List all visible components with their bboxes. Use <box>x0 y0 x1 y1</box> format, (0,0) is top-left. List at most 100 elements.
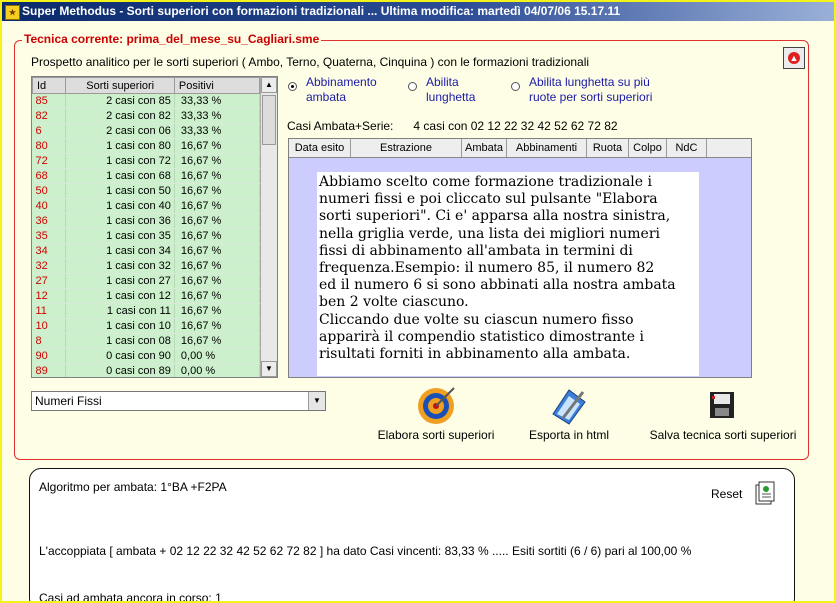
target-icon <box>418 387 455 424</box>
cell-id: 72 <box>32 153 67 169</box>
table-row[interactable]: 35 1 casi con 35 16,67 % <box>32 228 261 244</box>
cell-pos: 16,67 % <box>174 303 261 319</box>
col-ndc[interactable]: NdC <box>667 139 707 157</box>
cell-sorti: 1 casi con 40 <box>65 198 175 214</box>
cell-sorti: 1 casi con 35 <box>65 228 175 244</box>
reset-label: Reset <box>711 487 743 501</box>
formazione-select-value: Numeri Fissi <box>35 394 102 408</box>
cell-pos: 16,67 % <box>174 168 261 184</box>
table-row[interactable]: 40 1 casi con 40 16,67 % <box>32 198 261 214</box>
cell-id: 40 <box>32 198 67 214</box>
cell-sorti: 1 casi con 72 <box>65 153 175 169</box>
grid-scrollbar[interactable]: ▲ ▼ <box>260 77 277 377</box>
cell-sorti: 2 casi con 82 <box>65 108 175 124</box>
cell-id: 8 <box>32 333 67 349</box>
cell-id: 27 <box>32 273 67 289</box>
col-estrazione[interactable]: Estrazione <box>351 139 462 157</box>
note-line: fissi di abbinamento all'ambata in termi… <box>319 242 633 259</box>
elabora-button[interactable]: Elabora sorti superiori <box>370 384 502 446</box>
radio-label: Abilita lunghetta su più <box>529 75 650 89</box>
cell-id: 90 <box>32 348 67 364</box>
table-row[interactable]: 36 1 casi con 36 16,67 % <box>32 213 261 229</box>
table-row[interactable]: 68 1 casi con 68 16,67 % <box>32 168 261 184</box>
table-row[interactable]: 80 1 casi con 80 16,67 % <box>32 138 261 154</box>
scroll-down-button[interactable]: ▼ <box>261 361 277 377</box>
note-line: sorti superiori". Ci e' apparsa alla nos… <box>319 208 671 225</box>
cell-id: 6 <box>32 123 67 139</box>
radio-lunghetta-piu-ruote[interactable]: Abilita lunghetta su più ruote per sorti … <box>511 75 681 107</box>
export-book-icon <box>552 389 586 425</box>
scroll-thumb[interactable] <box>262 95 276 145</box>
cell-pos: 33,33 % <box>174 108 261 124</box>
esporta-button[interactable]: Esporta in html <box>521 384 617 446</box>
table-row[interactable]: 34 1 casi con 34 16,67 % <box>32 243 261 259</box>
note-line: ben 2 volte ciascuno. <box>319 294 469 311</box>
table-row[interactable]: 85 2 casi con 85 33,33 % <box>32 93 261 109</box>
cell-sorti: 1 casi con 36 <box>65 213 175 229</box>
radio-abbinamento-ambata[interactable]: Abbinamento ambata <box>288 75 398 107</box>
technique-label: Tecnica corrente: prima_del_mese_su_Cagl… <box>22 32 322 46</box>
cell-id: 11 <box>32 303 67 319</box>
cell-sorti: 1 casi con 50 <box>65 183 175 199</box>
scroll-up-button[interactable]: ▲ <box>261 77 277 93</box>
cell-id: 34 <box>32 243 67 259</box>
cell-pos: 33,33 % <box>174 93 261 109</box>
cell-sorti: 1 casi con 68 <box>65 168 175 184</box>
table-row[interactable]: 12 1 casi con 12 16,67 % <box>32 288 261 304</box>
cell-pos: 16,67 % <box>174 333 261 349</box>
note-line: numeri fissi e poi cliccato sul pulsante… <box>319 191 658 208</box>
elabora-label: Elabora sorti superiori <box>377 428 495 442</box>
sorti-grid[interactable]: Id Sorti superiori Positivi 85 2 casi con… <box>31 76 278 378</box>
note-line: frequenza.Esempio: il numero 85, il nume… <box>319 260 655 277</box>
table-row[interactable]: 11 1 casi con 11 16,67 % <box>32 303 261 319</box>
casi-label: Casi Ambata+Serie: <box>287 119 394 133</box>
in-corso-text: Casi ad ambata ancora in corso: 1 <box>39 591 222 603</box>
table-row[interactable]: 10 1 casi con 10 16,67 % <box>32 318 261 334</box>
radio-abilita-lunghetta[interactable]: Abilita lunghetta <box>408 75 498 107</box>
table-row[interactable]: 27 1 casi con 27 16,67 % <box>32 273 261 289</box>
table-row[interactable]: 72 1 casi con 72 16,67 % <box>32 153 261 169</box>
table-row[interactable]: 62 casi con 06 33,33 % <box>32 123 261 139</box>
cell-pos: 16,67 % <box>174 213 261 229</box>
cell-id: 32 <box>32 258 67 274</box>
col-colpo[interactable]: Colpo <box>629 139 667 157</box>
cell-pos: 33,33 % <box>174 123 261 139</box>
col-id[interactable]: Id <box>32 77 67 94</box>
algoritmo-text: Algoritmo per ambata: 1°BA +F2PA <box>39 480 227 494</box>
table-row[interactable]: 90 0 casi con 90 0,00 % <box>32 348 261 364</box>
table-row[interactable]: 82 2 casi con 82 33,33 % <box>32 108 261 124</box>
cell-id: 36 <box>32 213 67 229</box>
prospetto-subtitle: Prospetto analitico per le sorti superio… <box>31 55 590 69</box>
chevron-down-icon[interactable]: ▼ <box>308 392 325 410</box>
note-line: Cliccando due volte su ciascun numero fi… <box>319 311 634 328</box>
table-row[interactable]: 50 1 casi con 50 16,67 % <box>32 183 261 199</box>
formazione-select[interactable]: Numeri Fissi ▼ <box>31 391 326 411</box>
col-ambata[interactable]: Ambata <box>462 139 507 157</box>
cell-sorti: 1 casi con 08 <box>65 333 175 349</box>
radio-label: ambata <box>306 90 347 104</box>
esporta-label: Esporta in html <box>528 428 610 442</box>
cell-sorti: 1 casi con 12 <box>65 288 175 304</box>
cell-pos: 16,67 % <box>174 183 261 199</box>
col-data-esito[interactable]: Data esito <box>289 139 351 157</box>
esiti-grid-header: Data esito Estrazione Ambata Abbinamenti… <box>289 139 751 158</box>
cell-pos: 16,67 % <box>174 273 261 289</box>
col-sorti[interactable]: Sorti superiori <box>65 77 175 94</box>
table-row[interactable]: 89 0 casi con 89 0,00 % <box>32 363 261 377</box>
cell-id: 50 <box>32 183 67 199</box>
cell-id: 89 <box>32 363 67 377</box>
save-disk-icon <box>710 392 734 418</box>
radio-circle-selected <box>288 82 297 91</box>
col-abbinamenti[interactable]: Abbinamenti <box>507 139 587 157</box>
reset-icon[interactable] <box>754 480 776 506</box>
col-ruota[interactable]: Ruota <box>587 139 629 157</box>
casi-value: 4 casi con 02 12 22 32 42 52 62 72 82 <box>413 119 618 133</box>
table-row[interactable]: 32 1 casi con 32 16,67 % <box>32 258 261 274</box>
cell-id: 80 <box>32 138 67 154</box>
col-positivi[interactable]: Positivi <box>173 77 261 94</box>
cell-pos: 16,67 % <box>174 198 261 214</box>
salva-button[interactable]: Salva tecnica sorti superiori <box>642 384 804 446</box>
alert-button[interactable]: ▲ <box>783 47 805 69</box>
table-row[interactable]: 81 casi con 08 16,67 % <box>32 333 261 349</box>
cell-id: 82 <box>32 108 67 124</box>
